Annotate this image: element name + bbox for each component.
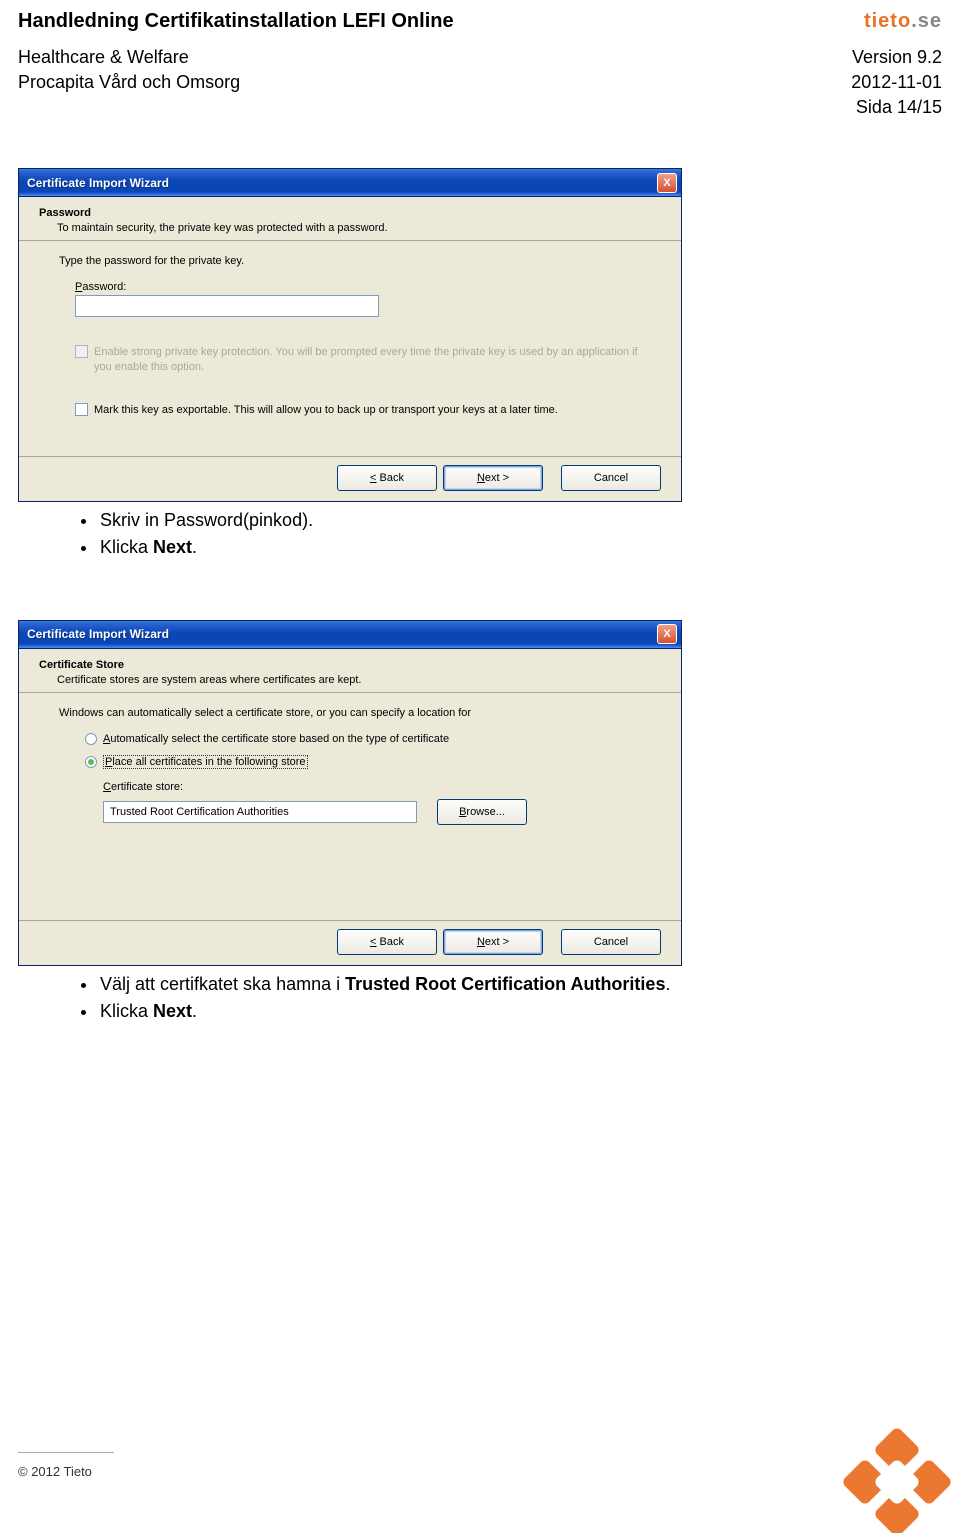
store-field-label: Certificate store:: [59, 781, 641, 793]
instruction-list-2: Välj att certifkatet ska hamna i Trusted…: [18, 972, 942, 1024]
password-input[interactable]: [75, 295, 379, 317]
place-all-radio[interactable]: [85, 756, 97, 768]
page-number: Sida 14/15: [18, 97, 942, 118]
cert-wizard-store-dialog: Certificate Import Wizard X Certificate …: [18, 620, 682, 966]
exportable-label: Mark this key as exportable. This will a…: [94, 403, 558, 418]
tieto-logo-icon: [840, 1423, 960, 1533]
date-text: 2012-11-01: [851, 72, 942, 93]
instruction-item: Skriv in Password(pinkod).: [98, 508, 942, 533]
instruction-list-1: Skriv in Password(pinkod). Klicka Next.: [18, 508, 942, 560]
logo-main: tieto: [864, 10, 911, 32]
strong-protection-label: Enable strong private key protection. Yo…: [94, 345, 641, 375]
titlebar: Certificate Import Wizard X: [19, 169, 681, 197]
section-description: To maintain security, the private key wa…: [39, 222, 661, 234]
close-icon[interactable]: X: [657, 173, 677, 193]
tieto-logo: tieto.se: [864, 10, 942, 33]
password-label: Password:: [59, 281, 641, 293]
exportable-checkbox[interactable]: [75, 403, 88, 416]
browse-button[interactable]: Browse...: [437, 799, 527, 825]
version-text: Version 9.2: [852, 47, 942, 68]
close-icon[interactable]: X: [657, 624, 677, 644]
instruction-item: Klicka Next.: [98, 535, 942, 560]
store-prompt: Windows can automatically select a certi…: [59, 707, 641, 719]
place-all-label: Place all certificates in the following …: [103, 755, 308, 769]
strong-protection-checkbox: [75, 345, 88, 358]
cancel-button[interactable]: Cancel: [561, 465, 661, 491]
org-line1: Healthcare & Welfare: [18, 47, 189, 68]
org-line2: Procapita Vård och Omsorg: [18, 72, 240, 93]
section-heading: Password: [39, 207, 661, 219]
store-input: [103, 801, 417, 823]
dialog-title: Certificate Import Wizard: [27, 627, 169, 641]
section-description: Certificate stores are system areas wher…: [39, 674, 661, 686]
instruction-item: Välj att certifkatet ska hamna i Trusted…: [98, 972, 942, 997]
next-button[interactable]: Next >: [443, 929, 543, 955]
dialog-title: Certificate Import Wizard: [27, 176, 169, 190]
section-heading: Certificate Store: [39, 659, 661, 671]
instruction-item: Klicka Next.: [98, 999, 942, 1024]
titlebar: Certificate Import Wizard X: [19, 621, 681, 649]
doc-title: Handledning Certifikatinstallation LEFI …: [18, 10, 454, 33]
copyright-text: © 2012 Tieto: [18, 1464, 92, 1479]
cert-wizard-password-dialog: Certificate Import Wizard X Password To …: [18, 168, 682, 502]
auto-select-label: Automatically select the certificate sto…: [103, 733, 449, 745]
footer-divider: [18, 1452, 114, 1453]
logo-suffix: .se: [911, 10, 942, 32]
back-button[interactable]: < Back: [337, 465, 437, 491]
cancel-button[interactable]: Cancel: [561, 929, 661, 955]
auto-select-radio[interactable]: [85, 733, 97, 745]
back-button[interactable]: < Back: [337, 929, 437, 955]
password-prompt: Type the password for the private key.: [59, 255, 641, 267]
next-button[interactable]: Next >: [443, 465, 543, 491]
